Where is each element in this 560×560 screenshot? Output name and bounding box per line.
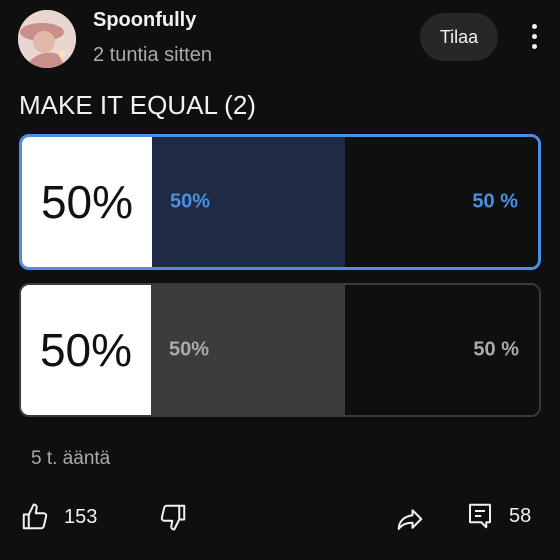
more-icon[interactable] [522,24,546,54]
channel-name[interactable]: Spoonfully [93,9,196,32]
like-button[interactable]: 153 [20,502,97,532]
post-time: 2 tuntia sitten [93,44,212,66]
poll-option-result: 50% 50 % [152,137,538,267]
like-count: 153 [64,505,98,528]
channel-avatar[interactable] [18,10,76,68]
thumbs-down-icon [160,504,186,531]
poll-option-image: 50% [22,137,152,267]
poll-option-label: 50% [169,338,210,361]
poll-option-percentage: 50 % [472,190,518,213]
poll-option-2[interactable]: 50% 50% 50 % [19,283,541,417]
poll-option-image: 50% [21,285,151,415]
thumbs-up-icon [22,503,48,530]
poll-option-result: 50% 50 % [151,285,539,415]
vote-count: 5 t. ääntä [31,448,111,469]
share-button[interactable] [394,504,426,534]
comment-count: 58 [509,504,532,527]
comment-icon [469,503,491,529]
poll-option-1[interactable]: 50% 50% 50 % [19,134,541,270]
poll-option-label: 50% [170,190,211,213]
post-title: MAKE IT EQUAL (2) [19,90,256,120]
poll-option-percentage: 50 % [473,338,519,361]
share-icon [397,509,423,530]
dislike-button[interactable] [158,502,188,532]
comments-button[interactable]: 58 [465,500,531,532]
subscribe-button[interactable]: Tilaa [420,13,498,61]
